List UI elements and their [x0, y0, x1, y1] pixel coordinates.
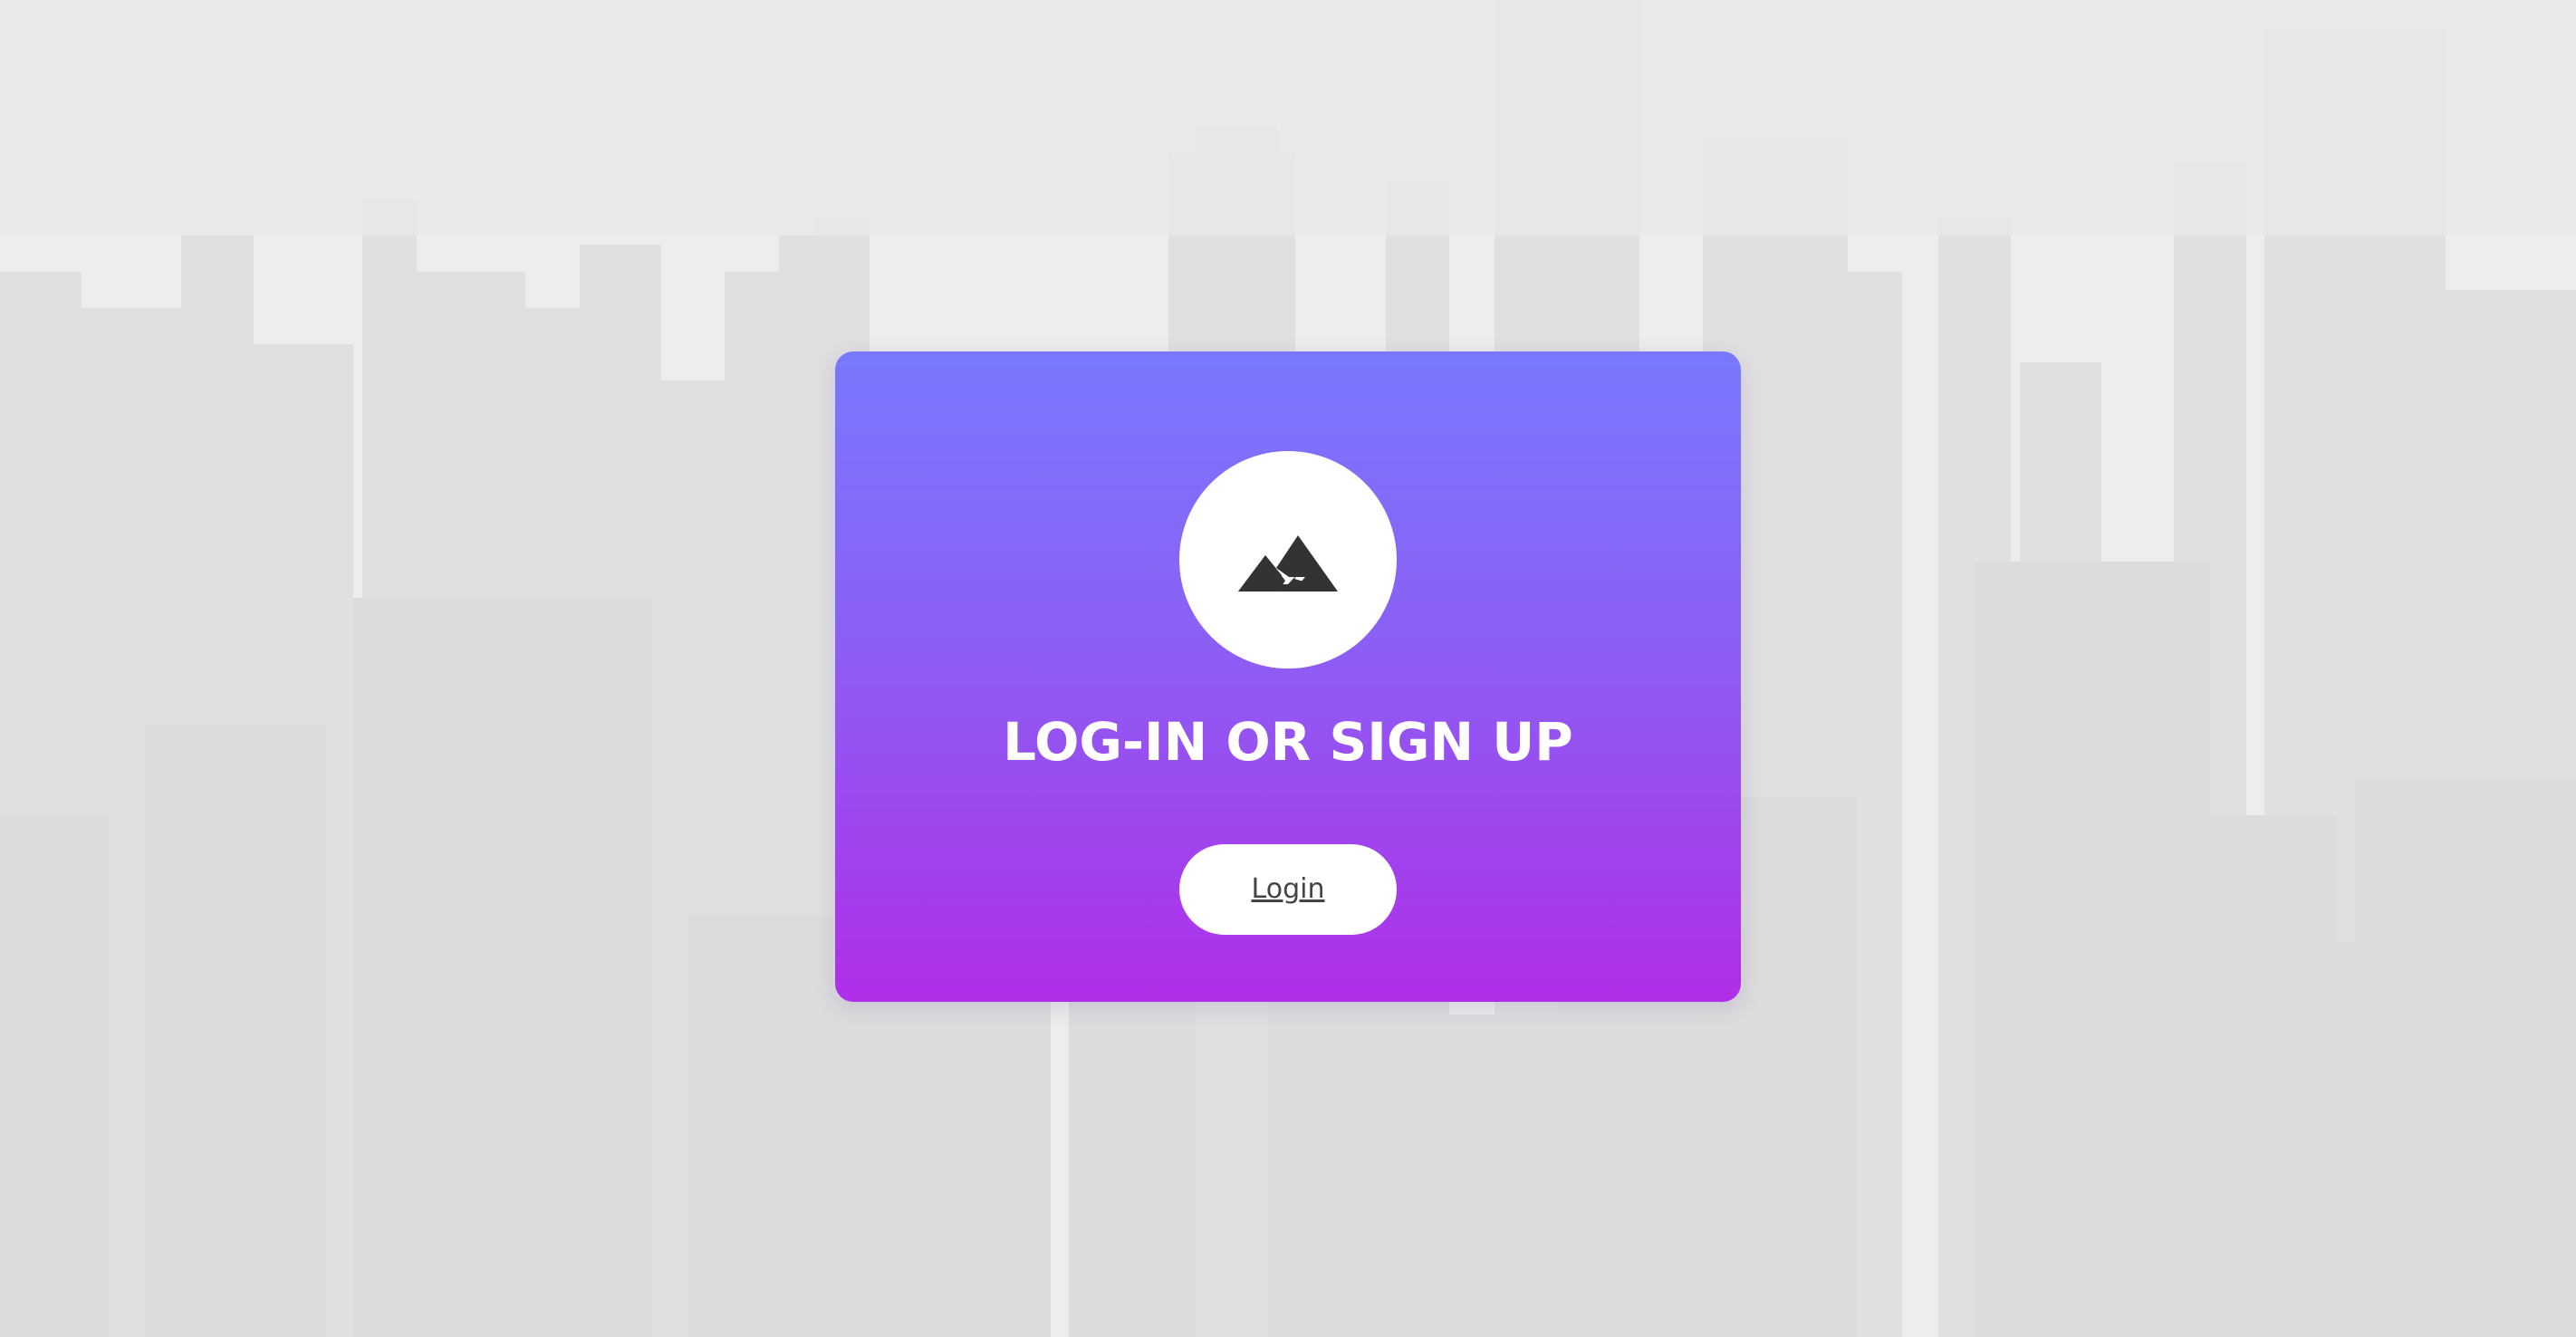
login-card: LOG-IN OR SIGN UP Login	[835, 351, 1741, 1002]
login-page: LOG-IN OR SIGN UP Login	[0, 0, 2576, 1337]
logo-badge	[1179, 451, 1397, 668]
login-button[interactable]: Login	[1179, 844, 1397, 935]
mountain-icon	[1238, 535, 1338, 592]
page-title: LOG-IN OR SIGN UP	[1003, 711, 1573, 773]
